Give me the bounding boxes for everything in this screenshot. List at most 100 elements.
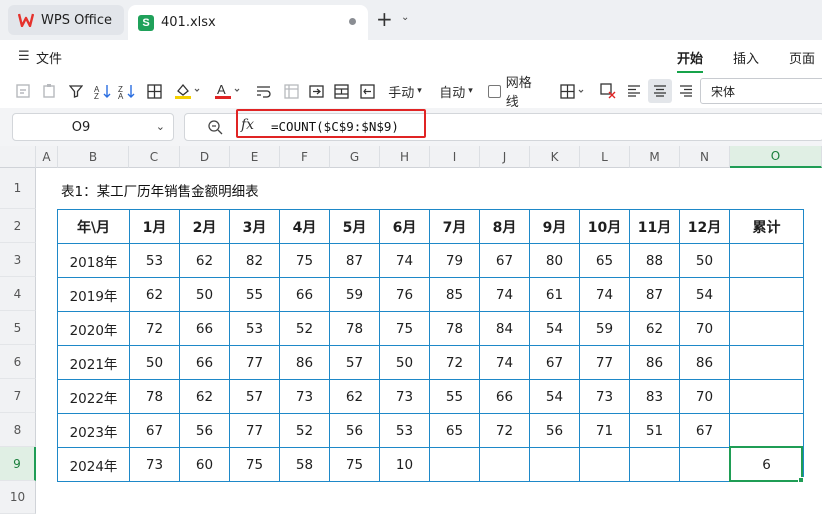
column-header-h[interactable]: H <box>380 146 430 168</box>
value-cell[interactable]: 53 <box>229 311 280 346</box>
row-header-8[interactable]: 8 <box>0 413 36 447</box>
row-header-6[interactable]: 6 <box>0 345 36 379</box>
format-number-icon[interactable] <box>12 79 34 103</box>
row-header-2[interactable]: 2 <box>0 209 36 243</box>
fit-column-icon[interactable] <box>357 79 377 103</box>
tab-list-chevron-icon[interactable]: ⌄ <box>401 12 409 23</box>
value-cell[interactable]: 50 <box>129 345 180 380</box>
tab-home[interactable]: 开始 <box>677 48 704 73</box>
name-box[interactable]: O9 ⌄ <box>12 113 174 141</box>
value-cell[interactable]: 71 <box>579 413 630 448</box>
value-cell[interactable]: 70 <box>679 379 730 414</box>
value-cell[interactable]: 86 <box>679 345 730 380</box>
file-tab[interactable]: S 401.xlsx <box>128 5 368 40</box>
column-header-k[interactable]: K <box>530 146 580 168</box>
column-header-i[interactable]: I <box>430 146 480 168</box>
value-cell[interactable]: 82 <box>229 243 280 278</box>
value-cell[interactable]: 57 <box>329 345 380 380</box>
row-header-3[interactable]: 3 <box>0 243 36 277</box>
value-cell[interactable]: 62 <box>179 243 230 278</box>
table-header-cell[interactable]: 8月 <box>479 209 530 244</box>
value-cell[interactable]: 73 <box>379 379 430 414</box>
value-cell[interactable]: 66 <box>179 311 230 346</box>
value-cell[interactable]: 65 <box>429 413 480 448</box>
table-header-cell[interactable]: 12月 <box>679 209 730 244</box>
value-cell[interactable]: 76 <box>379 277 430 312</box>
column-header-n[interactable]: N <box>680 146 730 168</box>
value-cell[interactable]: 77 <box>229 413 280 448</box>
font-color-icon[interactable]: A <box>212 79 242 103</box>
value-cell[interactable]: 56 <box>329 413 380 448</box>
value-cell[interactable]: 56 <box>529 413 580 448</box>
manual-calc-dropdown[interactable]: 手动 ▾ <box>384 79 426 103</box>
row-header-9[interactable]: 9 <box>0 447 36 481</box>
sort-ascending-icon[interactable]: AZ <box>92 79 114 103</box>
value-cell[interactable] <box>579 447 630 482</box>
select-all-corner[interactable] <box>0 146 36 168</box>
clear-format-icon[interactable] <box>597 79 619 103</box>
value-cell[interactable]: 72 <box>429 345 480 380</box>
value-cell[interactable]: 66 <box>179 345 230 380</box>
freeze-panes-icon[interactable] <box>281 79 301 103</box>
year-cell[interactable]: 2019年 <box>57 277 130 312</box>
value-cell[interactable]: 55 <box>429 379 480 414</box>
column-header-m[interactable]: M <box>630 146 680 168</box>
year-cell[interactable]: 2022年 <box>57 379 130 414</box>
value-cell[interactable]: 59 <box>579 311 630 346</box>
table-header-cell[interactable]: 9月 <box>529 209 580 244</box>
value-cell[interactable]: 66 <box>279 277 330 312</box>
value-cell[interactable] <box>629 447 680 482</box>
column-header-d[interactable]: D <box>180 146 230 168</box>
value-cell[interactable]: 72 <box>129 311 180 346</box>
gridlines-checkbox[interactable] <box>488 84 501 98</box>
total-cell[interactable]: 6 <box>729 447 804 482</box>
align-right-icon[interactable] <box>676 79 696 103</box>
value-cell[interactable]: 77 <box>579 345 630 380</box>
value-cell[interactable]: 58 <box>279 447 330 482</box>
value-cell[interactable] <box>429 447 480 482</box>
value-cell[interactable]: 74 <box>379 243 430 278</box>
total-cell[interactable] <box>729 277 804 312</box>
value-cell[interactable]: 72 <box>479 413 530 448</box>
value-cell[interactable]: 75 <box>379 311 430 346</box>
tab-insert[interactable]: 插入 <box>733 48 759 67</box>
menu-icon[interactable]: ☰ <box>18 49 30 64</box>
fill-color-icon[interactable] <box>172 79 202 103</box>
value-cell[interactable]: 50 <box>679 243 730 278</box>
row-header-7[interactable]: 7 <box>0 379 36 413</box>
value-cell[interactable]: 75 <box>229 447 280 482</box>
value-cell[interactable]: 74 <box>479 345 530 380</box>
table-header-cell[interactable]: 4月 <box>279 209 330 244</box>
table-header-cell[interactable]: 7月 <box>429 209 480 244</box>
row-header-10[interactable]: 10 <box>0 481 36 514</box>
column-header-f[interactable]: F <box>280 146 330 168</box>
row-header-4[interactable]: 4 <box>0 277 36 311</box>
value-cell[interactable]: 65 <box>579 243 630 278</box>
year-cell[interactable]: 2021年 <box>57 345 130 380</box>
cell-style-dropdown[interactable] <box>557 79 589 103</box>
value-cell[interactable]: 74 <box>479 277 530 312</box>
value-cell[interactable]: 52 <box>279 311 330 346</box>
value-cell[interactable]: 67 <box>529 345 580 380</box>
total-cell[interactable] <box>729 311 804 346</box>
value-cell[interactable]: 77 <box>229 345 280 380</box>
value-cell[interactable]: 87 <box>329 243 380 278</box>
column-header-c[interactable]: C <box>129 146 180 168</box>
value-cell[interactable]: 75 <box>279 243 330 278</box>
fill-handle[interactable] <box>798 477 804 483</box>
value-cell[interactable]: 62 <box>179 379 230 414</box>
filter-icon[interactable] <box>66 79 86 103</box>
column-header-b[interactable]: B <box>58 146 129 168</box>
total-cell[interactable] <box>729 413 804 448</box>
value-cell[interactable]: 80 <box>529 243 580 278</box>
value-cell[interactable]: 78 <box>329 311 380 346</box>
table-header-cell[interactable]: 年\月 <box>57 209 130 244</box>
value-cell[interactable]: 50 <box>179 277 230 312</box>
value-cell[interactable]: 78 <box>129 379 180 414</box>
borders-icon[interactable] <box>144 79 164 103</box>
table-header-cell[interactable]: 1月 <box>129 209 180 244</box>
font-name-select[interactable]: 宋体 <box>700 78 822 104</box>
value-cell[interactable]: 74 <box>579 277 630 312</box>
value-cell[interactable]: 70 <box>679 311 730 346</box>
year-cell[interactable]: 2023年 <box>57 413 130 448</box>
